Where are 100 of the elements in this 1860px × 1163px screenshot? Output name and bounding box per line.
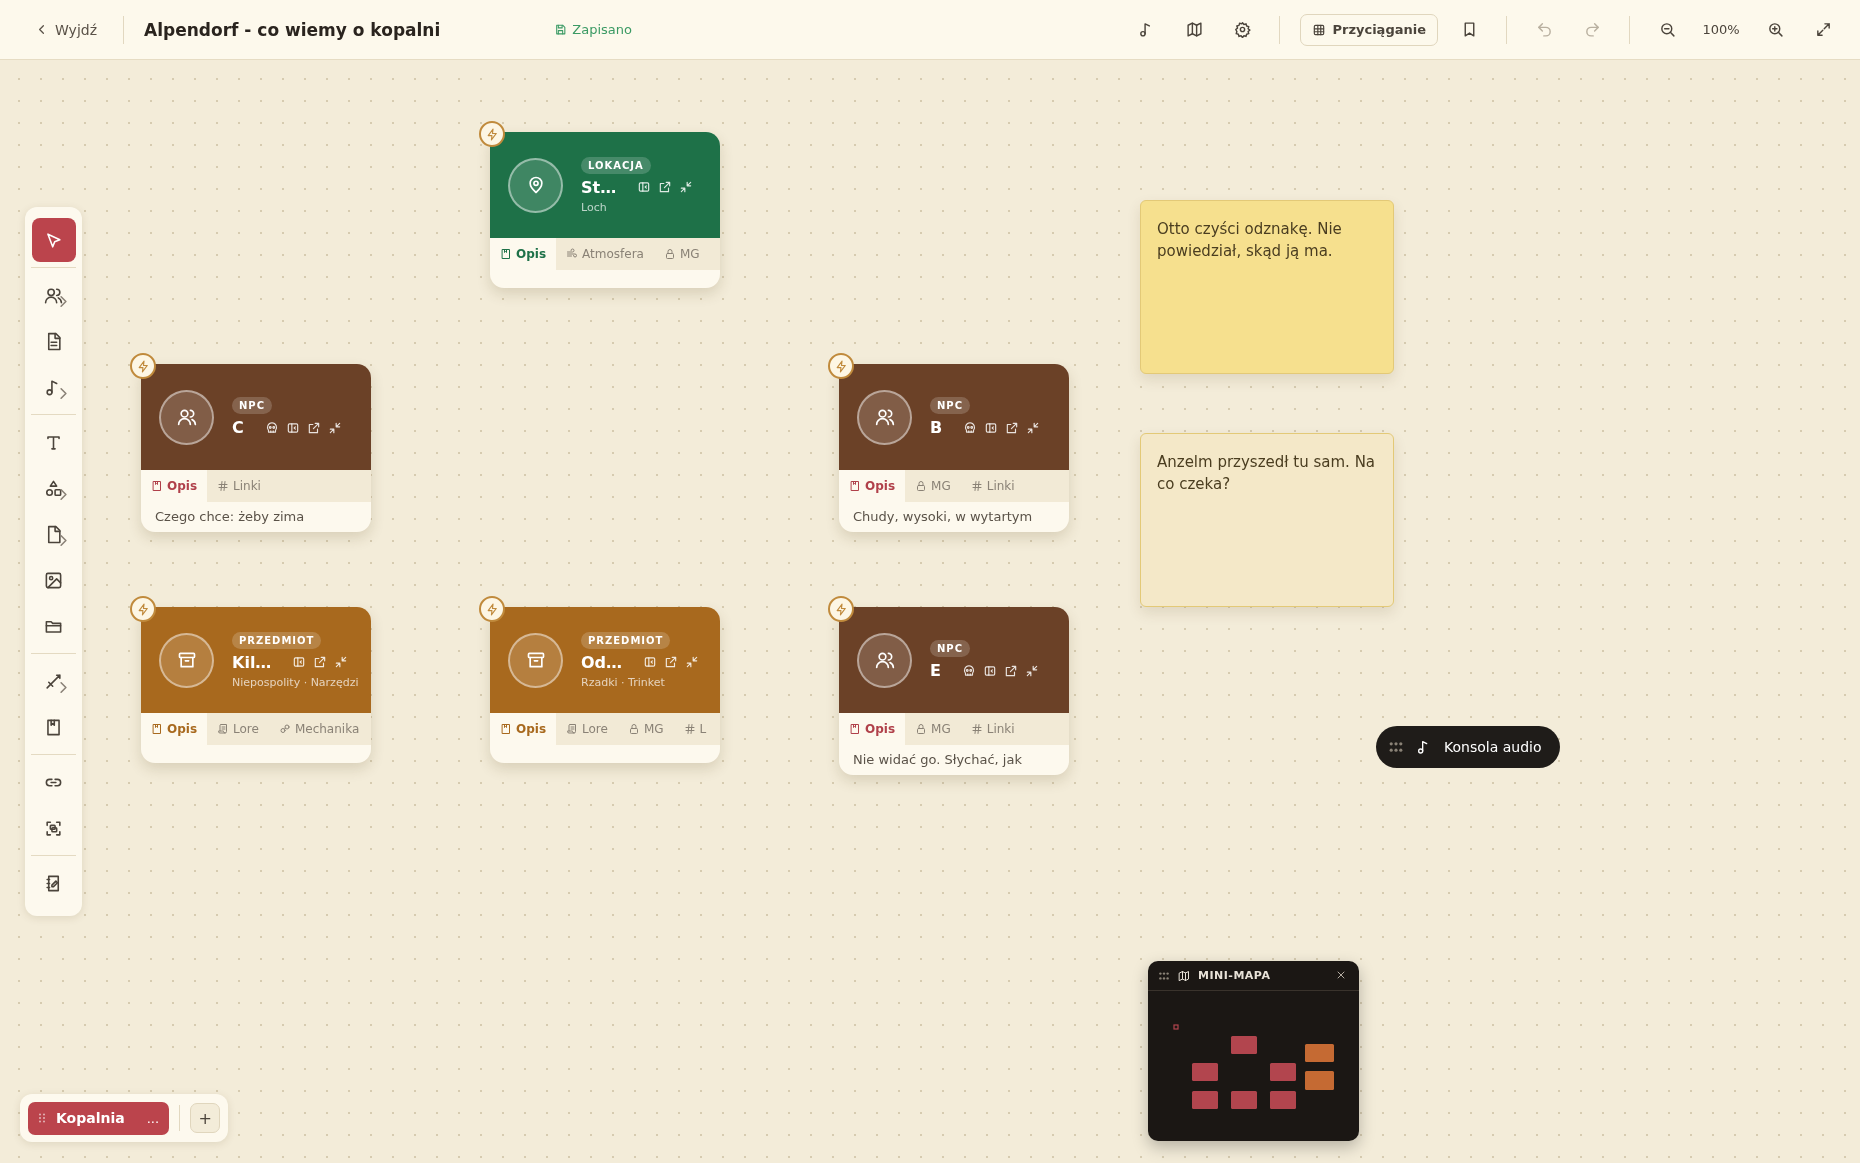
card-tab[interactable]: Mechanika: [268, 713, 370, 745]
shapes-icon: [44, 478, 63, 498]
drag-handle-icon[interactable]: [1388, 739, 1404, 755]
hash-icon: [217, 480, 230, 492]
collapse-icon: [327, 420, 342, 435]
card-tab[interactable]: Opis: [490, 238, 557, 270]
external-link-icon: [1003, 663, 1018, 678]
image-icon: [44, 570, 63, 590]
save-icon: [554, 23, 568, 36]
snap-button[interactable]: Przyciąganie: [1300, 13, 1438, 46]
type-badge: LOKACJA: [581, 156, 651, 174]
type-badge: NPC: [232, 397, 273, 414]
external-link-icon: [1005, 420, 1020, 435]
card-tab[interactable]: Linki: [960, 470, 1025, 502]
book-icon: [500, 723, 512, 735]
bolt-icon: [485, 602, 499, 616]
card-title: Od…: [581, 652, 623, 672]
external-link-icon: [306, 420, 321, 435]
people-icon: [874, 650, 895, 670]
minimap-title: MINI-MAPA: [1198, 969, 1272, 982]
people-icon: [874, 407, 895, 427]
page-tab-label: Kopalnia: [56, 1110, 126, 1126]
scan-icon: [44, 818, 63, 838]
book-icon: [151, 723, 163, 735]
card-description: Nie widać go. Słychać, jak: [852, 751, 1023, 769]
card-subtitle: Rzadki · Trinket: [581, 675, 666, 689]
back-button[interactable]: Wyjdź: [28, 17, 103, 42]
card-subtitle: Loch: [581, 200, 608, 214]
book-icon: [44, 717, 63, 737]
side-panel-icon: [643, 655, 658, 669]
drag-handle-icon[interactable]: [1158, 969, 1170, 982]
book-icon: [849, 723, 861, 735]
page-menu[interactable]: ...: [146, 1110, 160, 1126]
sticky-note: Anzelm przyszedł tu sam. Na co czeka?: [1140, 433, 1394, 607]
lock-icon: [663, 248, 676, 260]
side-panel-icon: [292, 655, 307, 669]
document-title: Alpendorf - co wiemy o kopalni: [144, 19, 441, 40]
skull-icon: [963, 420, 978, 435]
card-tab[interactable]: Linki: [960, 713, 1025, 745]
card-subtitle: Niepospolity · Narzędzi: [232, 675, 359, 689]
type-badge: PRZEDMIOT: [232, 631, 322, 649]
card-tab[interactable]: Lore: [207, 713, 269, 745]
bolt-icon: [136, 359, 150, 373]
card-tab[interactable]: Linki: [207, 470, 271, 502]
type-badge: NPC: [930, 397, 971, 414]
type-badge: NPC: [930, 640, 971, 657]
sticky-note: Otto czyści odznakę. Nie powiedział, skąd ją ma.: [1140, 200, 1394, 374]
collapse-icon: [334, 655, 349, 669]
skull-icon: [961, 663, 976, 678]
card-tab[interactable]: Opis: [839, 470, 906, 502]
card-title: C: [232, 418, 244, 437]
card-tab[interactable]: MG: [653, 238, 710, 270]
drag-handle-icon[interactable]: [38, 1113, 46, 1123]
type-badge: PRZEDMIOT: [581, 631, 671, 649]
people-icon: [44, 285, 63, 305]
lock-icon: [627, 723, 640, 735]
scroll-icon: [566, 723, 579, 735]
lock-icon: [915, 480, 928, 492]
card-tab[interactable]: Opis: [141, 470, 208, 502]
side-panel-icon: [285, 420, 300, 435]
bolt-icon: [834, 359, 848, 373]
page-tab[interactable]: Kopalnia ...: [28, 1101, 170, 1135]
card-tab[interactable]: L: [673, 713, 717, 745]
card-title: Kil…: [232, 652, 272, 672]
zoom-level: 100%: [1701, 22, 1741, 37]
card-tab[interactable]: MG: [905, 470, 961, 502]
scroll-icon: [217, 723, 230, 735]
book-icon: [500, 248, 512, 260]
book-icon: [151, 480, 163, 492]
cursor-icon: [44, 230, 63, 250]
sword-icon: [44, 671, 63, 691]
bolt-icon: [485, 127, 499, 141]
card-tab[interactable]: Opis: [490, 713, 557, 745]
bolt-icon: [834, 602, 848, 616]
grid-icon: [1312, 22, 1327, 37]
card-tab[interactable]: MG: [905, 713, 961, 745]
add-page-button[interactable]: +: [190, 1103, 221, 1133]
card-tab[interactable]: Lore: [556, 713, 618, 745]
box-icon: [176, 650, 197, 670]
card-title: E: [930, 661, 941, 680]
external-link-icon: [658, 180, 673, 194]
map-icon: [1178, 969, 1190, 982]
collapse-icon: [685, 655, 700, 669]
card-tab[interactable]: MG: [617, 713, 674, 745]
card-title: B: [930, 418, 943, 437]
lock-icon: [915, 723, 928, 735]
gears-icon: [278, 723, 291, 735]
side-panel-icon: [984, 420, 999, 435]
card-tab[interactable]: Opis: [839, 713, 906, 745]
card-tab[interactable]: Atmosfera: [556, 238, 654, 270]
cursor-icon-button[interactable]: [31, 218, 76, 262]
audio-console-button[interactable]: Konsola audio: [1376, 726, 1560, 768]
hash-icon: [970, 723, 983, 735]
external-link-icon: [664, 655, 679, 669]
card-tab[interactable]: Opis: [141, 713, 208, 745]
save-status-text: Zapisano: [572, 22, 632, 37]
hash-icon: [683, 723, 696, 735]
side-panel-icon: [637, 180, 652, 194]
people-icon: [176, 407, 197, 427]
hash-icon: [970, 480, 983, 492]
